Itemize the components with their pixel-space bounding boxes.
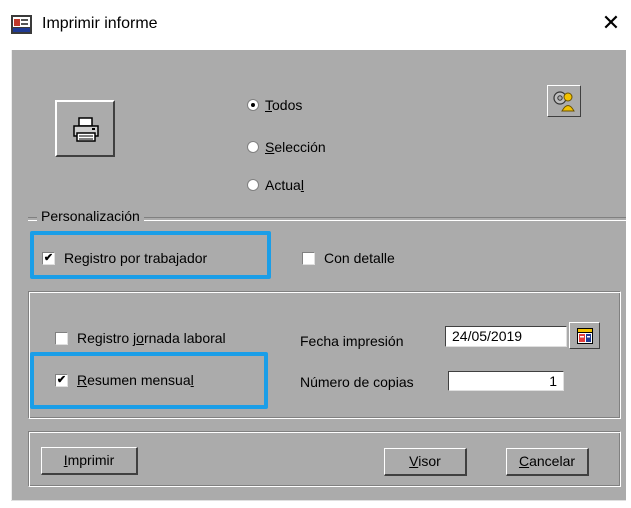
radio-seleccion[interactable]: Selección <box>247 139 326 155</box>
registro-jornada-accel: o <box>136 330 144 346</box>
con-detalle-label: Con detalle <box>324 250 395 266</box>
radio-actual[interactable]: Actual <box>247 177 304 193</box>
personalizacion-label: Personalización <box>37 208 144 224</box>
visor-button[interactable]: Visor <box>384 448 467 476</box>
title-bar: Imprimir informe ✕ <box>0 0 631 50</box>
numero-copias-field[interactable]: 1 <box>448 371 564 391</box>
radio-actual-indicator <box>247 179 259 191</box>
highlight-resumen-mensual <box>30 352 268 409</box>
cancelar-accel: C <box>518 453 530 469</box>
radio-todos[interactable]: Todos <box>247 97 302 113</box>
radio-todos-label: odos <box>272 97 303 113</box>
registro-jornada-checkbox[interactable]: Registro jornada laboral <box>55 330 226 346</box>
registro-jornada-label-rest: rnada laboral <box>143 330 226 346</box>
printer-icon <box>73 117 99 142</box>
window-title: Imprimir informe <box>42 15 158 32</box>
settings-help-icon <box>553 91 575 112</box>
registro-jornada-label: Registro j <box>77 330 137 346</box>
con-detalle-checkbox[interactable]: Con detalle <box>302 250 395 266</box>
radio-seleccion-label: elección <box>274 139 326 155</box>
print-preview-button[interactable] <box>55 100 115 157</box>
visor-label: isor <box>418 453 441 469</box>
radio-actual-accel: l <box>300 177 304 193</box>
settings-help-button[interactable] <box>547 85 581 117</box>
numero-copias-label: Número de copias <box>300 374 414 390</box>
report-app-icon <box>11 15 32 34</box>
cancelar-button[interactable]: Cancelar <box>506 448 589 476</box>
highlight-registro-por-trabajador <box>30 231 271 279</box>
registro-jornada-box <box>55 331 68 345</box>
imprimir-label: mprimir <box>67 452 115 468</box>
imprimir-button[interactable]: Imprimir <box>41 447 138 475</box>
dialog-body: Todos Selección Actual Personalización ✔… <box>11 50 626 500</box>
cancelar-label: ancelar <box>529 453 576 469</box>
fecha-impresion-label: Fecha impresión <box>300 333 404 349</box>
close-button[interactable]: ✕ <box>591 6 631 40</box>
con-detalle-box <box>302 251 315 265</box>
radio-seleccion-indicator <box>247 141 259 153</box>
visor-accel: V <box>409 453 419 469</box>
calendar-icon <box>577 328 593 344</box>
radio-seleccion-accel: S <box>265 139 275 155</box>
fecha-impresion-field[interactable]: 24/05/2019 <box>445 326 567 347</box>
radio-actual-label: Actua <box>265 177 301 193</box>
radio-todos-indicator <box>247 99 259 111</box>
radio-todos-accel: T <box>265 97 272 113</box>
calendar-button[interactable] <box>569 322 600 349</box>
dialog-bottom-edge <box>11 500 626 501</box>
